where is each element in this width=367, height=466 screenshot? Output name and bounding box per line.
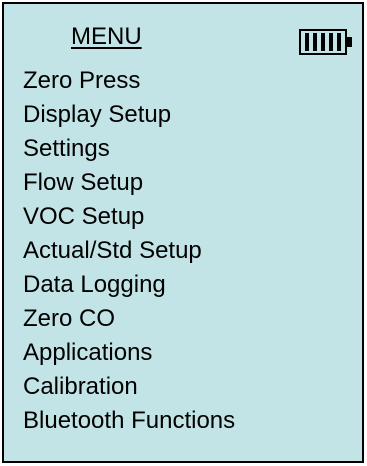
menu-title: MENU [71, 23, 142, 50]
menu-item-applications[interactable]: Applications [23, 336, 235, 370]
menu-item-settings[interactable]: Settings [23, 132, 235, 166]
menu-list: Zero Press Display Setup Settings Flow S… [23, 64, 235, 438]
menu-item-bluetooth-functions[interactable]: Bluetooth Functions [23, 404, 235, 438]
battery-full-icon [299, 29, 352, 55]
menu-item-display-setup[interactable]: Display Setup [23, 98, 235, 132]
menu-item-zero-press[interactable]: Zero Press [23, 64, 235, 98]
menu-item-zero-co[interactable]: Zero CO [23, 302, 235, 336]
menu-item-voc-setup[interactable]: VOC Setup [23, 200, 235, 234]
menu-item-calibration[interactable]: Calibration [23, 370, 235, 404]
menu-item-data-logging[interactable]: Data Logging [23, 268, 235, 302]
menu-item-flow-setup[interactable]: Flow Setup [23, 166, 235, 200]
menu-item-actual-std-setup[interactable]: Actual/Std Setup [23, 234, 235, 268]
device-screen: MENU Zero Press Display Setup Settings F… [2, 2, 364, 463]
